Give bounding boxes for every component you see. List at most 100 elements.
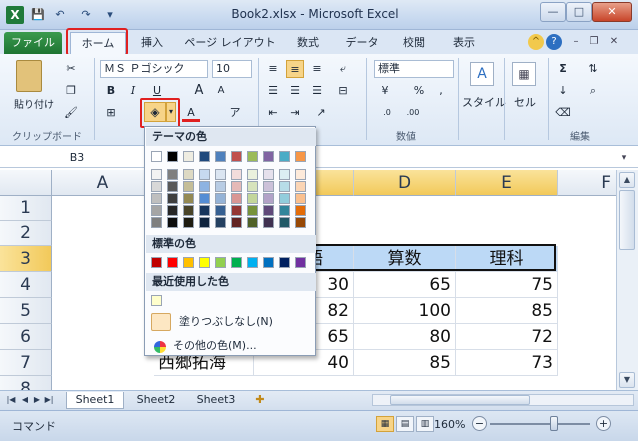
standard-color-swatch[interactable] — [263, 257, 274, 268]
standard-color-swatch[interactable] — [199, 257, 210, 268]
theme-shade-swatch[interactable] — [263, 205, 274, 216]
theme-shade-swatch[interactable] — [247, 193, 258, 204]
currency-icon[interactable]: ¥ — [376, 82, 394, 100]
theme-shade-swatch[interactable] — [247, 217, 258, 228]
sheet-tab-3[interactable]: Sheet3 — [188, 392, 244, 409]
zoom-in-button[interactable]: + — [596, 416, 611, 431]
excel-app-icon[interactable]: X — [6, 6, 24, 24]
row-header-6[interactable]: 6 — [0, 324, 52, 350]
theme-color-swatch[interactable] — [295, 151, 306, 162]
close-workbook-icon[interactable]: ✕ — [606, 34, 622, 50]
theme-shade-swatch[interactable] — [247, 169, 258, 180]
theme-shade-swatch[interactable] — [151, 181, 162, 192]
row-header-3[interactable]: 3 — [0, 246, 52, 272]
zoom-slider-knob[interactable] — [550, 416, 558, 431]
zoom-slider-track[interactable] — [490, 423, 590, 425]
sheet-tab-1[interactable]: Sheet1 — [66, 392, 124, 409]
theme-color-swatch[interactable] — [247, 151, 258, 162]
page-layout-view-icon[interactable]: ▤ — [396, 416, 414, 432]
standard-color-swatch[interactable] — [215, 257, 226, 268]
minimize-button[interactable]: — — [540, 2, 566, 22]
clear-icon[interactable]: ⌫ — [554, 104, 572, 122]
fill-color-bucket-icon[interactable]: ◈ — [144, 102, 166, 122]
theme-shade-swatch[interactable] — [231, 217, 242, 228]
theme-shade-swatch[interactable] — [151, 205, 162, 216]
theme-shade-swatch[interactable] — [279, 193, 290, 204]
save-icon[interactable]: 💾 — [30, 7, 46, 23]
theme-shade-swatch[interactable] — [167, 217, 178, 228]
row-header-7[interactable]: 7 — [0, 350, 52, 376]
theme-color-swatch[interactable] — [279, 151, 290, 162]
column-header-d[interactable]: D — [354, 170, 456, 196]
theme-shade-swatch[interactable] — [279, 169, 290, 180]
scroll-up-arrow[interactable]: ▲ — [619, 172, 635, 188]
copy-icon[interactable]: ❐ — [62, 82, 80, 100]
cell-e4[interactable]: 75 — [456, 272, 558, 298]
theme-shade-swatch[interactable] — [263, 181, 274, 192]
cell-button-label[interactable]: セル — [514, 94, 536, 110]
font-size-select[interactable]: 10 — [212, 60, 252, 78]
align-top-icon[interactable]: ≡ — [264, 60, 282, 78]
theme-shade-swatch[interactable] — [263, 169, 274, 180]
no-fill-swatch[interactable] — [151, 313, 171, 331]
align-middle-icon[interactable]: ≡ — [286, 60, 304, 78]
next-sheet-arrow[interactable]: ▶ — [32, 394, 42, 406]
row-header-5[interactable]: 5 — [0, 298, 52, 324]
close-button[interactable]: ✕ — [592, 2, 632, 22]
theme-shade-swatch[interactable] — [167, 181, 178, 192]
theme-shade-swatch[interactable] — [295, 217, 306, 228]
theme-shade-swatch[interactable] — [151, 193, 162, 204]
help-icon[interactable]: ? — [546, 34, 562, 50]
number-format-select[interactable]: 標準 — [374, 60, 454, 78]
theme-color-swatch[interactable] — [167, 151, 178, 162]
style-icon[interactable]: A — [470, 62, 494, 86]
cell-d6[interactable]: 80 — [354, 324, 456, 350]
find-select-icon[interactable]: ⌕ — [584, 82, 602, 100]
tab-file[interactable]: ファイル — [4, 32, 62, 54]
theme-color-swatch[interactable] — [263, 151, 274, 162]
cut-icon[interactable]: ✂ — [62, 60, 80, 78]
normal-view-icon[interactable]: ▦ — [376, 416, 394, 432]
increase-decimal-icon[interactable]: .0 — [378, 104, 396, 122]
prev-sheet-arrow[interactable]: ◀ — [20, 394, 30, 406]
theme-shade-swatch[interactable] — [231, 193, 242, 204]
theme-shade-swatch[interactable] — [247, 205, 258, 216]
vertical-scroll-thumb[interactable] — [619, 190, 635, 250]
theme-shade-swatch[interactable] — [199, 217, 210, 228]
theme-shade-swatch[interactable] — [199, 169, 210, 180]
theme-shade-swatch[interactable] — [231, 181, 242, 192]
formula-expand-icon[interactable]: ▾ — [614, 150, 634, 166]
row-header-8[interactable]: 8 — [0, 376, 52, 390]
grow-font-button[interactable]: A — [190, 82, 208, 100]
theme-shade-swatch[interactable] — [263, 217, 274, 228]
autosum-button[interactable]: Σ — [554, 60, 572, 78]
theme-shade-swatch[interactable] — [215, 181, 226, 192]
scroll-down-arrow[interactable]: ▼ — [619, 372, 635, 388]
theme-shade-swatch[interactable] — [167, 193, 178, 204]
cell-d4[interactable]: 65 — [354, 272, 456, 298]
theme-color-swatch[interactable] — [199, 151, 210, 162]
more-colors-menu-item[interactable]: その他の色(M)... — [173, 335, 257, 357]
theme-shade-swatch[interactable] — [215, 205, 226, 216]
percent-button[interactable]: % — [410, 82, 428, 100]
theme-color-swatch[interactable] — [215, 151, 226, 162]
sort-filter-icon[interactable]: ⇅ — [584, 60, 602, 78]
tab-view[interactable]: 表示 — [446, 32, 482, 54]
recent-color-swatch[interactable] — [151, 295, 162, 306]
theme-shade-swatch[interactable] — [263, 193, 274, 204]
increase-indent-icon[interactable]: ⇥ — [286, 104, 304, 122]
theme-shade-swatch[interactable] — [279, 217, 290, 228]
standard-color-swatch[interactable] — [279, 257, 290, 268]
tab-formulas[interactable]: 数式 — [290, 32, 326, 54]
restore-workbook-icon[interactable]: ❐ — [586, 34, 602, 50]
tab-review[interactable]: 校閲 — [396, 32, 432, 54]
theme-shade-swatch[interactable] — [183, 193, 194, 204]
text-orientation-icon[interactable]: ↗ — [312, 104, 330, 122]
theme-color-swatch[interactable] — [183, 151, 194, 162]
theme-color-swatch[interactable] — [151, 151, 162, 162]
decrease-decimal-icon[interactable]: .00 — [404, 104, 422, 122]
standard-color-swatch[interactable] — [231, 257, 242, 268]
maximize-button[interactable]: □ — [566, 2, 592, 22]
theme-shade-swatch[interactable] — [183, 205, 194, 216]
theme-shade-swatch[interactable] — [295, 181, 306, 192]
